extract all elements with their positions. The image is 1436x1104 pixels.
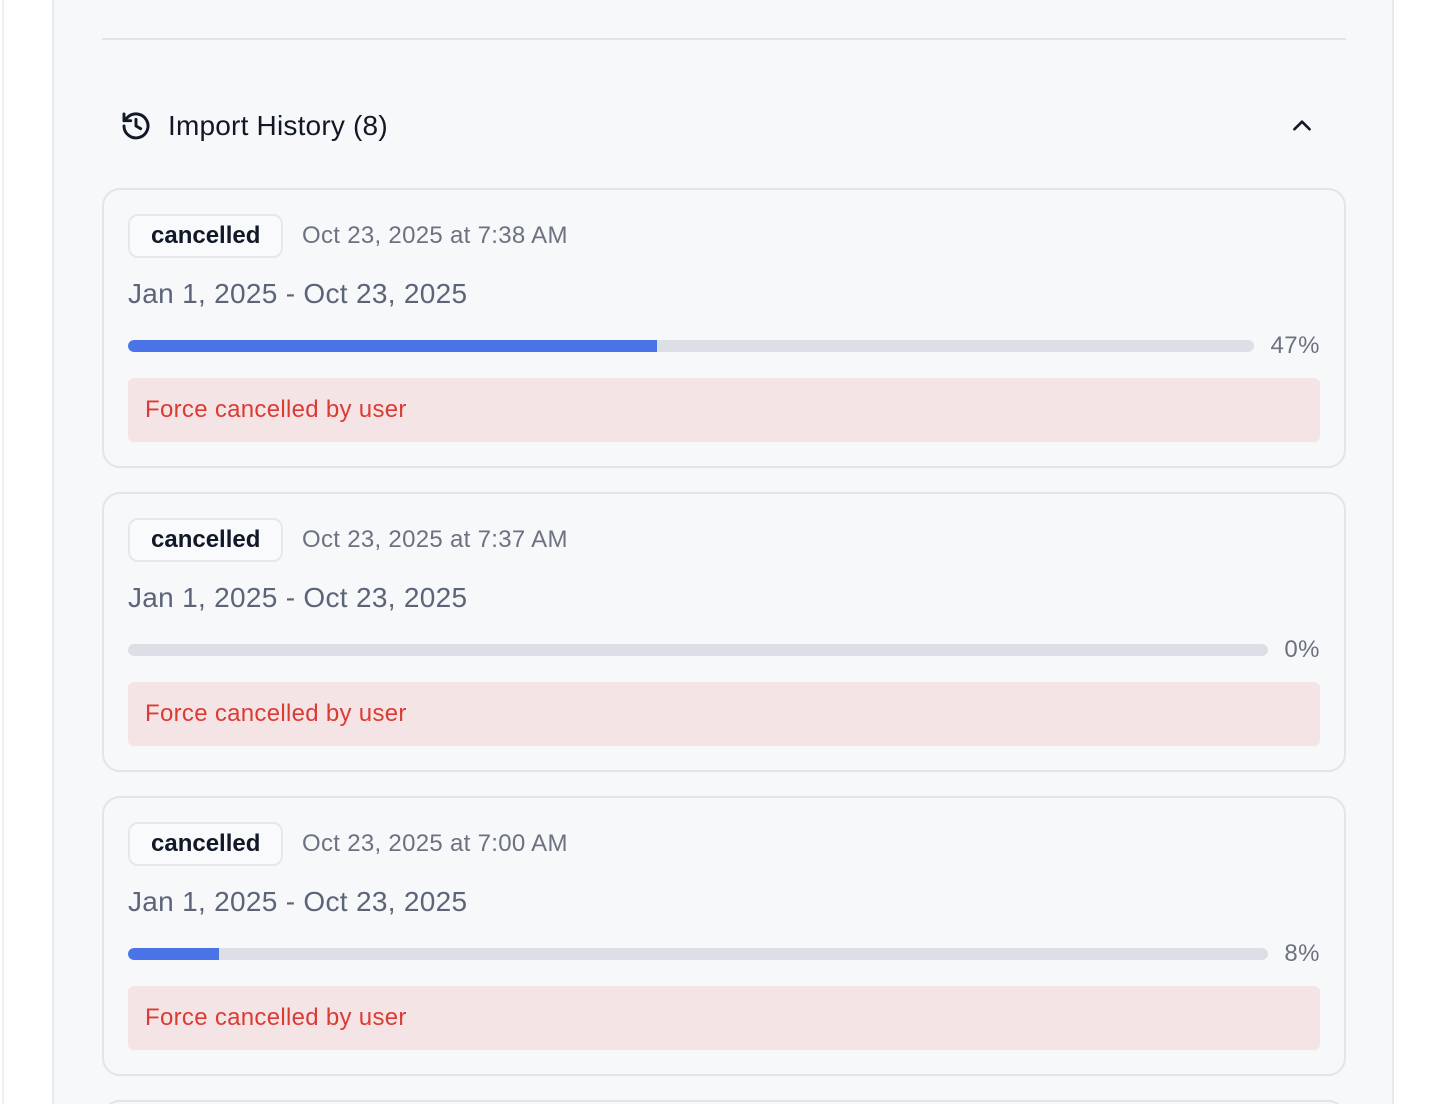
section-divider bbox=[102, 38, 1346, 40]
import-date-range: Jan 1, 2025 - Oct 23, 2025 bbox=[128, 582, 468, 613]
progress-track bbox=[128, 340, 1255, 352]
import-card: cancelled Oct 23, 2025 at 7:37 AM Jan 1,… bbox=[102, 492, 1346, 772]
left-border bbox=[2, 0, 4, 1104]
progress-row: 8% bbox=[128, 938, 1320, 970]
status-badge: cancelled bbox=[128, 822, 284, 866]
status-badge: cancelled bbox=[128, 518, 284, 562]
import-date-range: Jan 1, 2025 - Oct 23, 2025 bbox=[128, 278, 468, 309]
chevron-up-icon[interactable] bbox=[1286, 110, 1318, 142]
error-message: Force cancelled by user bbox=[128, 986, 1320, 1050]
import-timestamp: Oct 23, 2025 at 7:37 AM bbox=[302, 526, 568, 553]
import-card: cancelled Oct 23, 2025 at 7:00 AM Jan 1,… bbox=[102, 796, 1346, 1076]
import-timestamp: Oct 23, 2025 at 7:00 AM bbox=[302, 830, 568, 857]
status-badge: cancelled bbox=[128, 214, 284, 258]
progress-percent: 47% bbox=[1270, 332, 1320, 359]
section-title: Import History (8) bbox=[168, 110, 388, 141]
import-date-range: Jan 1, 2025 - Oct 23, 2025 bbox=[128, 886, 468, 917]
progress-track bbox=[128, 644, 1269, 656]
progress-percent: 8% bbox=[1284, 940, 1320, 967]
progress-row: 0% bbox=[128, 634, 1320, 666]
import-timestamp: Oct 23, 2025 at 7:38 AM bbox=[302, 222, 568, 249]
import-history-header[interactable]: Import History (8) bbox=[120, 100, 1330, 152]
progress-fill bbox=[128, 340, 658, 352]
error-message: Force cancelled by user bbox=[128, 682, 1320, 746]
error-message: Force cancelled by user bbox=[128, 378, 1320, 442]
page-root: Import History (8) cancelled Oct 23, 202… bbox=[0, 0, 1436, 1104]
history-icon bbox=[120, 110, 152, 142]
progress-fill bbox=[128, 948, 220, 960]
progress-row: 47% bbox=[128, 330, 1320, 362]
import-card-partial bbox=[102, 1100, 1346, 1104]
progress-track bbox=[128, 948, 1269, 960]
progress-percent: 0% bbox=[1284, 636, 1320, 663]
import-card: cancelled Oct 23, 2025 at 7:38 AM Jan 1,… bbox=[102, 188, 1346, 468]
